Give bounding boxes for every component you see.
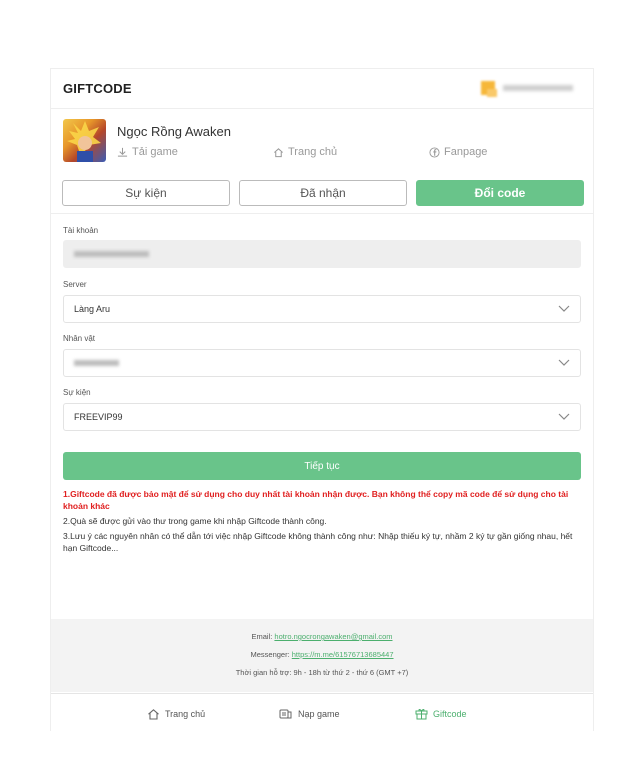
nav-home[interactable]: Trang chủ xyxy=(147,708,205,720)
continue-button[interactable]: Tiếp tục xyxy=(63,452,581,480)
event-label: Sự kiện xyxy=(63,388,91,397)
coins-icon xyxy=(279,709,292,719)
messenger-label: Messenger: xyxy=(250,650,292,659)
account-label: Tài khoản xyxy=(63,226,99,235)
nav-giftcode-label: Giftcode xyxy=(433,709,467,719)
nav-topup[interactable]: Nạp game xyxy=(279,708,340,720)
download-label: Tải game xyxy=(132,146,178,158)
header-bar: GIFTCODE xyxy=(51,68,593,109)
bottom-nav: Trang chủ Nạp game Giftcode xyxy=(51,693,593,732)
support-footer: Email: hotro.ngocrongawaken@gmail.com Me… xyxy=(51,619,593,692)
divider xyxy=(51,213,593,214)
support-hours: Thời gian hỗ trợ: 9h - 18h từ thứ 2 - th… xyxy=(235,668,409,677)
giftcode-panel: GIFTCODE Ngọc Rồng Awaken Tải game Trang… xyxy=(50,68,594,731)
note-security: 1.Giftcode đã được bảo mật để sử dụng ch… xyxy=(63,489,569,511)
chevron-down-icon xyxy=(558,413,570,420)
server-value: Làng Aru xyxy=(74,304,111,314)
gift-icon xyxy=(415,709,428,720)
email-link[interactable]: hotro.ngocrongawaken@gmail.com xyxy=(274,632,392,641)
fanpage-link[interactable]: Fanpage xyxy=(429,146,487,158)
chevron-down-icon xyxy=(558,305,570,312)
download-game-link[interactable]: Tải game xyxy=(117,146,178,158)
game-name: Ngọc Rồng Awaken xyxy=(117,124,231,139)
homepage-link[interactable]: Trang chủ xyxy=(273,146,337,158)
note-failure-reasons: 3.Lưu ý các nguyên nhân có thể dẫn tới v… xyxy=(63,531,573,553)
email-label: Email: xyxy=(251,632,275,641)
account-value-redacted xyxy=(74,251,149,257)
download-icon xyxy=(117,147,128,157)
event-select[interactable]: FREEVIP99 xyxy=(63,403,581,431)
account-field xyxy=(63,240,581,268)
server-label: Server xyxy=(63,280,87,289)
home-icon xyxy=(274,147,283,157)
homepage-label: Trang chủ xyxy=(288,146,338,158)
server-select[interactable]: Làng Aru xyxy=(63,295,581,323)
chevron-down-icon xyxy=(558,359,570,366)
home-icon xyxy=(148,709,159,720)
tab-bar: Sự kiện Đã nhận Đổi code xyxy=(51,173,593,213)
nav-home-label: Trang chủ xyxy=(165,709,206,719)
character-value-redacted xyxy=(74,360,119,366)
tab-received[interactable]: Đã nhận xyxy=(239,180,407,206)
user-account-avatar[interactable] xyxy=(481,81,581,97)
game-logo xyxy=(63,119,106,162)
nav-topup-label: Nạp game xyxy=(298,709,340,719)
game-info: Ngọc Rồng Awaken Tải game Trang chủ Fanp… xyxy=(51,108,593,168)
notes: 1.Giftcode đã được bảo mật để sử dụng ch… xyxy=(63,488,583,557)
character-label: Nhân vật xyxy=(63,334,96,343)
note-delivery: 2.Quà sẽ được gửi vào thư trong game khi… xyxy=(63,516,327,526)
tab-events[interactable]: Sự kiện xyxy=(62,180,230,206)
messenger-link[interactable]: https://m.me/61576713685447 xyxy=(292,650,394,659)
email-row: Email: hotro.ngocrongawaken@gmail.com xyxy=(51,632,593,641)
fanpage-label: Fanpage xyxy=(444,146,488,158)
page-title: GIFTCODE xyxy=(63,81,132,96)
nav-giftcode[interactable]: Giftcode xyxy=(415,708,467,720)
event-value: FREEVIP99 xyxy=(74,412,123,422)
messenger-row: Messenger: https://m.me/61576713685447 xyxy=(51,650,593,659)
tab-redeem-code[interactable]: Đổi code xyxy=(416,180,584,206)
facebook-icon xyxy=(429,146,440,158)
character-select[interactable] xyxy=(63,349,581,377)
